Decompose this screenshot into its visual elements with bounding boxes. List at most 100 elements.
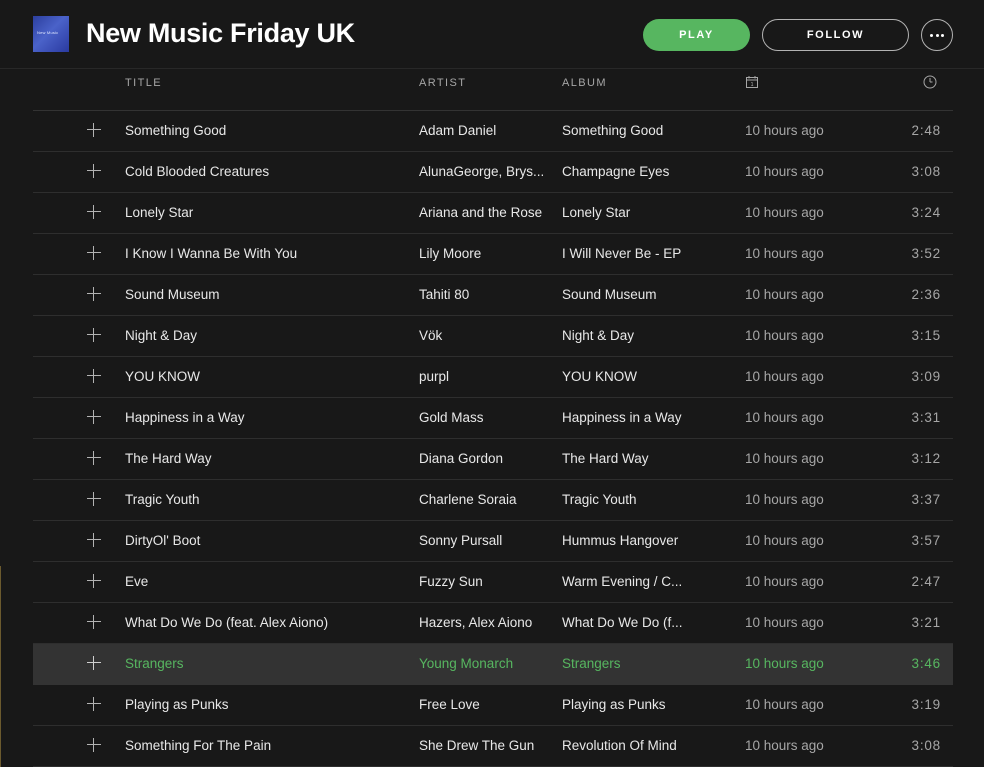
track-row[interactable]: Something For The Pain She Drew The Gun … bbox=[33, 726, 953, 767]
track-title[interactable]: Happiness in a Way bbox=[125, 410, 405, 425]
track-title[interactable]: What Do We Do (feat. Alex Aiono) bbox=[125, 615, 405, 630]
track-title[interactable]: The Hard Way bbox=[125, 451, 405, 466]
track-list: Something Good Adam Daniel Something Goo… bbox=[33, 111, 953, 767]
track-artist[interactable]: Gold Mass bbox=[419, 410, 549, 425]
add-track-icon[interactable] bbox=[87, 123, 101, 137]
track-title[interactable]: Lonely Star bbox=[125, 205, 405, 220]
track-title[interactable]: Something For The Pain bbox=[125, 738, 405, 753]
track-title[interactable]: Tragic Youth bbox=[125, 492, 405, 507]
track-row[interactable]: Eve Fuzzy Sun Warm Evening / C... 10 hou… bbox=[33, 562, 953, 603]
track-album[interactable]: Lonely Star bbox=[562, 205, 692, 220]
track-album[interactable]: YOU KNOW bbox=[562, 369, 692, 384]
add-track-icon[interactable] bbox=[87, 164, 101, 178]
track-artist[interactable]: purpl bbox=[419, 369, 549, 384]
track-row[interactable]: Strangers Young Monarch Strangers 10 hou… bbox=[33, 644, 953, 685]
calendar-icon[interactable]: 1 bbox=[746, 76, 758, 88]
add-track-icon[interactable] bbox=[87, 369, 101, 383]
track-row[interactable]: Sound Museum Tahiti 80 Sound Museum 10 h… bbox=[33, 275, 953, 316]
play-button[interactable]: PLAY bbox=[643, 19, 750, 51]
add-track-icon[interactable] bbox=[87, 287, 101, 301]
clock-icon[interactable] bbox=[923, 75, 937, 89]
track-title[interactable]: I Know I Wanna Be With You bbox=[125, 246, 405, 261]
track-album[interactable]: What Do We Do (f... bbox=[562, 615, 692, 630]
track-title[interactable]: YOU KNOW bbox=[125, 369, 405, 384]
cover-text: New Music bbox=[37, 30, 59, 35]
add-track-icon[interactable] bbox=[87, 410, 101, 424]
track-row[interactable]: The Hard Way Diana Gordon The Hard Way 1… bbox=[33, 439, 953, 480]
track-album[interactable]: Tragic Youth bbox=[562, 492, 692, 507]
column-title[interactable]: TITLE bbox=[125, 77, 162, 89]
track-title[interactable]: Something Good bbox=[125, 123, 405, 138]
track-duration: 3:12 bbox=[911, 451, 941, 466]
track-album[interactable]: Night & Day bbox=[562, 328, 692, 343]
track-title[interactable]: Eve bbox=[125, 574, 405, 589]
track-album[interactable]: Warm Evening / C... bbox=[562, 574, 692, 589]
track-title[interactable]: Night & Day bbox=[125, 328, 405, 343]
column-album[interactable]: ALBUM bbox=[562, 77, 607, 89]
column-artist[interactable]: ARTIST bbox=[419, 77, 466, 89]
add-track-icon[interactable] bbox=[87, 205, 101, 219]
track-title[interactable]: Sound Museum bbox=[125, 287, 405, 302]
add-track-icon[interactable] bbox=[87, 451, 101, 465]
track-album[interactable]: I Will Never Be - EP bbox=[562, 246, 692, 261]
track-row[interactable]: Something Good Adam Daniel Something Goo… bbox=[33, 111, 953, 152]
track-duration: 3:31 bbox=[911, 410, 941, 425]
track-title[interactable]: Playing as Punks bbox=[125, 697, 405, 712]
track-row[interactable]: Cold Blooded Creatures AlunaGeorge, Brys… bbox=[33, 152, 953, 193]
track-artist[interactable]: AlunaGeorge, Brys... bbox=[419, 164, 549, 179]
more-options-button[interactable] bbox=[921, 19, 953, 51]
track-artist[interactable]: Fuzzy Sun bbox=[419, 574, 549, 589]
track-title[interactable]: Cold Blooded Creatures bbox=[125, 164, 405, 179]
track-added: 10 hours ago bbox=[745, 533, 824, 548]
track-artist[interactable]: Hazers, Alex Aiono bbox=[419, 615, 549, 630]
track-duration: 3:37 bbox=[911, 492, 941, 507]
track-title[interactable]: DirtyOl' Boot bbox=[125, 533, 405, 548]
track-artist[interactable]: Ariana and the Rose bbox=[419, 205, 549, 220]
track-artist[interactable]: Charlene Soraia bbox=[419, 492, 549, 507]
track-added: 10 hours ago bbox=[745, 615, 824, 630]
track-artist[interactable]: Free Love bbox=[419, 697, 549, 712]
track-artist[interactable]: She Drew The Gun bbox=[419, 738, 549, 753]
add-track-icon[interactable] bbox=[87, 697, 101, 711]
track-row[interactable]: What Do We Do (feat. Alex Aiono) Hazers,… bbox=[33, 603, 953, 644]
track-album[interactable]: Champagne Eyes bbox=[562, 164, 692, 179]
track-row[interactable]: I Know I Wanna Be With You Lily Moore I … bbox=[33, 234, 953, 275]
track-album[interactable]: Playing as Punks bbox=[562, 697, 692, 712]
track-duration: 2:47 bbox=[911, 574, 941, 589]
add-track-icon[interactable] bbox=[87, 328, 101, 342]
add-track-icon[interactable] bbox=[87, 533, 101, 547]
track-row[interactable]: Lonely Star Ariana and the Rose Lonely S… bbox=[33, 193, 953, 234]
track-row[interactable]: Tragic Youth Charlene Soraia Tragic Yout… bbox=[33, 480, 953, 521]
track-artist[interactable]: Adam Daniel bbox=[419, 123, 549, 138]
add-track-icon[interactable] bbox=[87, 574, 101, 588]
track-album[interactable]: The Hard Way bbox=[562, 451, 692, 466]
track-row[interactable]: DirtyOl' Boot Sonny Pursall Hummus Hango… bbox=[33, 521, 953, 562]
add-track-icon[interactable] bbox=[87, 615, 101, 629]
add-track-icon[interactable] bbox=[87, 738, 101, 752]
track-album[interactable]: Revolution Of Mind bbox=[562, 738, 692, 753]
add-track-icon[interactable] bbox=[87, 656, 101, 670]
track-artist[interactable]: Tahiti 80 bbox=[419, 287, 549, 302]
track-artist[interactable]: Vök bbox=[419, 328, 549, 343]
playlist-cover[interactable]: New Music bbox=[33, 16, 69, 52]
add-track-icon[interactable] bbox=[87, 246, 101, 260]
track-artist[interactable]: Sonny Pursall bbox=[419, 533, 549, 548]
track-row[interactable]: Night & Day Vök Night & Day 10 hours ago… bbox=[33, 316, 953, 357]
track-album[interactable]: Strangers bbox=[562, 656, 692, 671]
track-duration: 3:19 bbox=[911, 697, 941, 712]
track-artist[interactable]: Lily Moore bbox=[419, 246, 549, 261]
follow-button[interactable]: FOLLOW bbox=[762, 19, 909, 51]
track-row[interactable]: Playing as Punks Free Love Playing as Pu… bbox=[33, 685, 953, 726]
track-added: 10 hours ago bbox=[745, 369, 824, 384]
track-album[interactable]: Happiness in a Way bbox=[562, 410, 692, 425]
track-album[interactable]: Sound Museum bbox=[562, 287, 692, 302]
track-title[interactable]: Strangers bbox=[125, 656, 405, 671]
add-track-icon[interactable] bbox=[87, 492, 101, 506]
track-album[interactable]: Hummus Hangover bbox=[562, 533, 692, 548]
track-artist[interactable]: Diana Gordon bbox=[419, 451, 549, 466]
track-row[interactable]: Happiness in a Way Gold Mass Happiness i… bbox=[33, 398, 953, 439]
track-album[interactable]: Something Good bbox=[562, 123, 692, 138]
track-artist[interactable]: Young Monarch bbox=[419, 656, 549, 671]
track-row[interactable]: YOU KNOW purpl YOU KNOW 10 hours ago 3:0… bbox=[33, 357, 953, 398]
track-duration: 3:24 bbox=[911, 205, 941, 220]
